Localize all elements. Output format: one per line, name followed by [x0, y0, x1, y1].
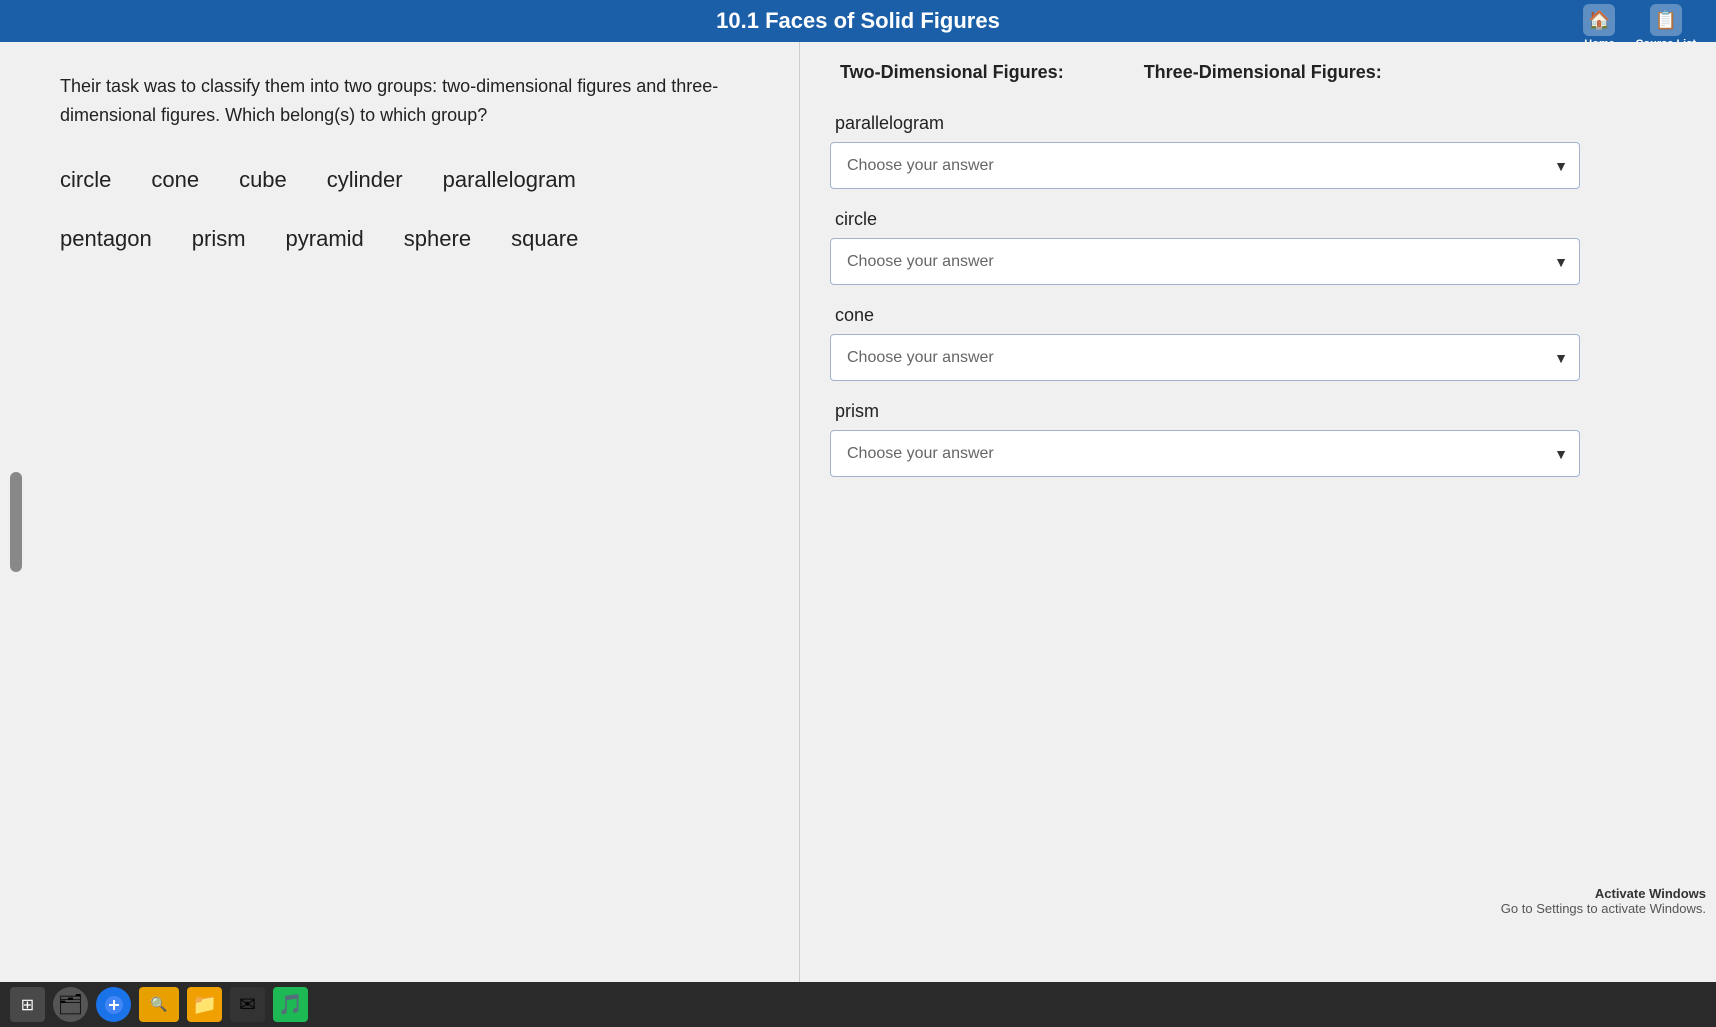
right-panel: Two-Dimensional Figures: Three-Dimension…	[800, 42, 1716, 1002]
dropdown-cone-container: Choose your answer Two-Dimensional Three…	[830, 334, 1580, 381]
left-panel: Their task was to classify them into two…	[0, 42, 800, 1002]
dropdown-prism[interactable]: Choose your answer Two-Dimensional Three…	[830, 430, 1580, 477]
dropdown-parallelogram[interactable]: Choose your answer Two-Dimensional Three…	[830, 142, 1580, 189]
shape-prism: prism	[192, 219, 246, 259]
qa-item-parallelogram: parallelogram Choose your answer Two-Dim…	[830, 113, 1686, 189]
shapes-grid: circle cone cube cylinder parallelogram …	[60, 160, 759, 259]
page-title: 10.1 Faces of Solid Figures	[716, 8, 1000, 33]
page-header: 10.1 Faces of Solid Figures 🏠 Home 📋 Cou…	[0, 0, 1716, 42]
dropdown-circle-container: Choose your answer Two-Dimensional Three…	[830, 238, 1580, 285]
activate-windows-title: Activate Windows	[1501, 886, 1706, 901]
taskbar: ⊞ 🗂 🔍 📁 ✉ 🎵	[0, 982, 1716, 1027]
two-dimensional-header: Two-Dimensional Figures:	[840, 62, 1064, 83]
qa-label-parallelogram: parallelogram	[830, 113, 1686, 134]
activate-windows-watermark: Activate Windows Go to Settings to activ…	[1491, 880, 1716, 922]
taskbar-app-5[interactable]: ✉	[230, 987, 265, 1022]
shape-cone: cone	[151, 160, 199, 200]
dropdown-parallelogram-container: Choose your answer Two-Dimensional Three…	[830, 142, 1580, 189]
qa-item-cone: cone Choose your answer Two-Dimensional …	[830, 305, 1686, 381]
qa-label-prism: prism	[830, 401, 1686, 422]
shape-parallelogram: parallelogram	[443, 160, 576, 200]
three-dimensional-header: Three-Dimensional Figures:	[1144, 62, 1382, 83]
dropdown-prism-container: Choose your answer Two-Dimensional Three…	[830, 430, 1580, 477]
course-list-icon: 📋	[1650, 4, 1682, 36]
column-headers: Two-Dimensional Figures: Three-Dimension…	[840, 62, 1686, 83]
activate-windows-subtitle: Go to Settings to activate Windows.	[1501, 901, 1706, 916]
shape-cube: cube	[239, 160, 287, 200]
shape-cylinder: cylinder	[327, 160, 403, 200]
instruction-text: Their task was to classify them into two…	[60, 72, 759, 130]
shape-pyramid: pyramid	[286, 219, 364, 259]
scroll-indicator[interactable]	[10, 472, 22, 572]
taskbar-app-3[interactable]: 🔍	[139, 987, 179, 1022]
qa-item-prism: prism Choose your answer Two-Dimensional…	[830, 401, 1686, 477]
shape-circle: circle	[60, 160, 111, 200]
home-icon: 🏠	[1583, 4, 1615, 36]
taskbar-app-4[interactable]: 📁	[187, 987, 222, 1022]
taskbar-app-1[interactable]: 🗂	[53, 987, 88, 1022]
shape-sphere: sphere	[404, 219, 471, 259]
qa-label-circle: circle	[830, 209, 1686, 230]
qa-label-cone: cone	[830, 305, 1686, 326]
main-container: Their task was to classify them into two…	[0, 42, 1716, 1002]
taskbar-app-2[interactable]	[96, 987, 131, 1022]
shape-square: square	[511, 219, 578, 259]
start-button[interactable]: ⊞	[10, 987, 45, 1022]
taskbar-app-6[interactable]: 🎵	[273, 987, 308, 1022]
dropdown-circle[interactable]: Choose your answer Two-Dimensional Three…	[830, 238, 1580, 285]
shape-pentagon: pentagon	[60, 219, 152, 259]
dropdown-cone[interactable]: Choose your answer Two-Dimensional Three…	[830, 334, 1580, 381]
qa-item-circle: circle Choose your answer Two-Dimensiona…	[830, 209, 1686, 285]
